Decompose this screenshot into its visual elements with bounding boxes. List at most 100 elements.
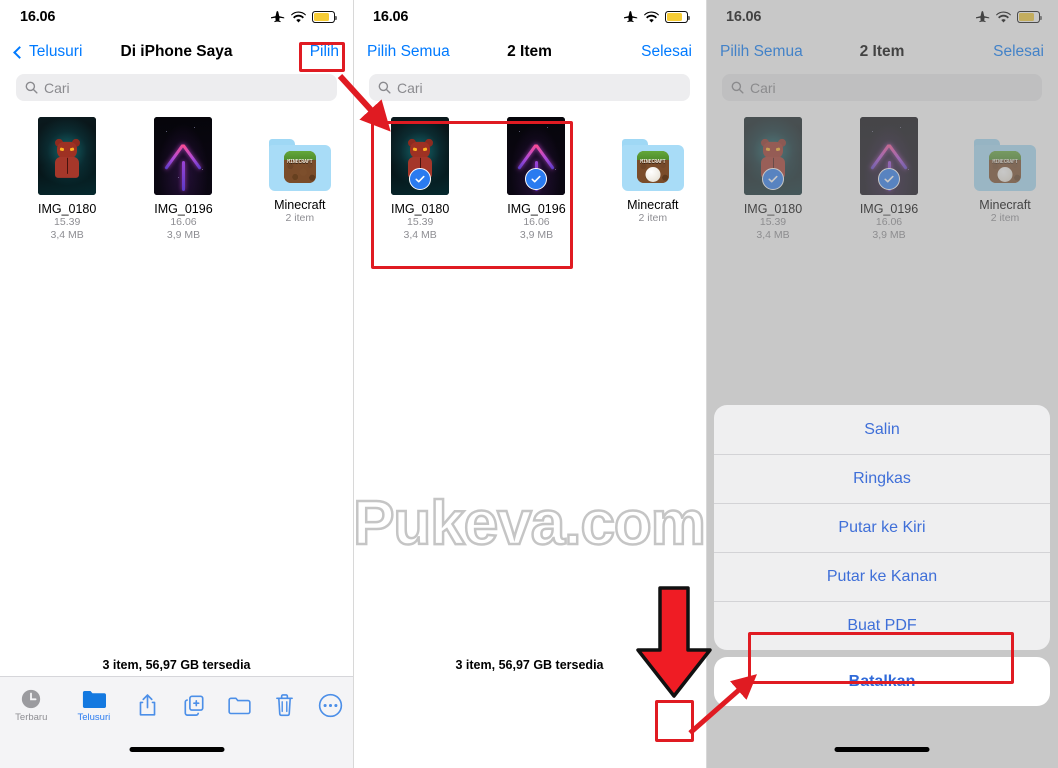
panel-divider xyxy=(353,0,354,768)
file-item[interactable]: IMG_0180 15.39 3,4 MB xyxy=(14,117,120,242)
search-container: Cari xyxy=(353,70,706,111)
chevron-left-icon xyxy=(13,45,26,59)
file-size: 3,9 MB xyxy=(519,229,554,241)
file-name: IMG_0180 xyxy=(390,202,450,216)
file-time: 16.06 xyxy=(170,216,197,228)
back-button-label: Telusuri xyxy=(29,43,83,60)
wifi-icon xyxy=(644,11,659,22)
duplicate-button[interactable] xyxy=(171,694,217,717)
file-item[interactable]: IMG_0196 16.06 3,9 MB xyxy=(130,117,236,242)
folder-icon: MINECRAFT xyxy=(621,139,684,191)
tab-browse-label: Telusuri xyxy=(77,711,111,723)
folder-count: 2 item xyxy=(285,212,315,224)
file-size: 3,9 MB xyxy=(166,229,201,241)
status-bar: 16.06 xyxy=(353,0,706,34)
airplane-mode-icon xyxy=(624,11,638,23)
minecraft-app-icon: MINECRAFT xyxy=(283,151,316,183)
home-indicator xyxy=(129,747,224,752)
search-placeholder: Cari xyxy=(397,79,423,96)
file-name: IMG_0196 xyxy=(507,202,566,216)
folder-icon xyxy=(82,690,106,708)
home-indicator xyxy=(834,747,930,752)
file-size: 3,4 MB xyxy=(403,229,437,241)
navigation-bar: Telusuri Di iPhone Saya Pilih xyxy=(0,34,353,70)
file-item[interactable]: IMG_0180 15.39 3,4 MB xyxy=(367,117,473,242)
share-icon xyxy=(140,694,156,716)
folder-name: Minecraft xyxy=(274,198,326,212)
storage-status: 3 item, 56,97 GB tersedia xyxy=(455,658,604,672)
action-sheet-options: Salin Ringkas Putar ke Kiri Putar ke Kan… xyxy=(714,405,1050,650)
selection-checkmark[interactable] xyxy=(525,168,548,190)
status-time: 16.06 xyxy=(20,9,56,25)
file-time: 15.39 xyxy=(407,216,434,228)
back-button[interactable]: Telusuri xyxy=(13,43,83,61)
panel-action-sheet: 16.06 Pilih Semua 2 Item Selesai Cari IM… xyxy=(706,0,1058,768)
file-size: 3,4 MB xyxy=(50,229,84,241)
status-time: 16.06 xyxy=(373,9,409,25)
status-icons xyxy=(624,10,691,24)
panel-divider xyxy=(706,0,707,768)
thumbnail xyxy=(154,117,213,195)
thumbnail xyxy=(507,117,566,195)
tab-recent[interactable]: Terbaru xyxy=(0,688,63,723)
tab-recent-label: Terbaru xyxy=(15,711,48,723)
file-grid: IMG_0180 15.39 3,4 MB IMG_0196 16.06 3,9… xyxy=(0,111,353,242)
action-cancel[interactable]: Batalkan xyxy=(714,657,1050,706)
battery-icon xyxy=(312,11,338,23)
share-button[interactable] xyxy=(125,693,171,717)
battery-icon xyxy=(665,11,691,23)
more-button[interactable] xyxy=(307,693,353,718)
file-name: IMG_0180 xyxy=(37,202,97,216)
bottom-toolbar: Terbaru Telusuri xyxy=(0,676,353,768)
navigation-bar: Pilih Semua 2 Item Selesai xyxy=(353,34,706,70)
minecraft-app-icon: MINECRAFT xyxy=(636,151,669,183)
folder-count: 2 item xyxy=(638,212,668,224)
action-compress[interactable]: Ringkas xyxy=(714,454,1050,503)
search-icon xyxy=(25,81,38,94)
status-icons xyxy=(271,10,338,24)
action-copy[interactable]: Salin xyxy=(714,405,1050,454)
action-rotate-right[interactable]: Putar ke Kanan xyxy=(714,552,1050,601)
airplane-mode-icon xyxy=(271,11,285,23)
minecraft-label: MINECRAFT xyxy=(640,159,666,165)
folder-item[interactable]: MINECRAFT Minecraft 2 item xyxy=(247,117,353,242)
search-input[interactable]: Cari xyxy=(16,74,337,101)
minecraft-label: MINECRAFT xyxy=(287,159,313,165)
status-bar: 16.06 xyxy=(0,0,353,34)
photo-thumbnail-gaming xyxy=(154,117,213,195)
search-container: Cari xyxy=(0,70,353,111)
tutorial-screenshot: 16.06 Telusuri Di iPhone Saya Pilih Cari… xyxy=(0,0,1058,768)
file-item[interactable]: IMG_0196 16.06 3,9 MB xyxy=(483,117,589,242)
thumbnail xyxy=(391,117,450,195)
select-all-button[interactable]: Pilih Semua xyxy=(367,43,450,61)
folder-name: Minecraft xyxy=(627,198,679,212)
folder-icon: MINECRAFT xyxy=(268,139,331,191)
clock-icon xyxy=(22,689,41,708)
wifi-icon xyxy=(291,11,306,22)
new-folder-button[interactable] xyxy=(216,695,262,715)
file-time: 15.39 xyxy=(54,216,81,228)
thumbnail xyxy=(38,117,97,195)
ellipsis-circle-icon xyxy=(318,693,342,717)
trash-icon xyxy=(276,694,294,717)
file-grid: IMG_0180 15.39 3,4 MB IMG_0196 16.06 3,9… xyxy=(353,111,706,242)
file-time: 16.06 xyxy=(523,216,550,228)
folder-item[interactable]: MINECRAFT Minecraft 2 item xyxy=(600,117,706,242)
search-icon xyxy=(378,81,391,94)
storage-status: 3 item, 56,97 GB tersedia xyxy=(102,658,251,672)
selection-checkmark[interactable] xyxy=(409,168,432,190)
new-folder-icon xyxy=(227,697,251,715)
panel-selection: 16.06 Pilih Semua 2 Item Selesai Cari IM… xyxy=(353,0,706,768)
action-create-pdf[interactable]: Buat PDF xyxy=(714,601,1050,650)
select-button[interactable]: Pilih xyxy=(310,43,339,61)
action-sheet: Salin Ringkas Putar ke Kiri Putar ke Kan… xyxy=(714,405,1050,706)
search-input[interactable]: Cari xyxy=(369,74,690,101)
photo-thumbnail-bear xyxy=(38,117,97,195)
delete-button[interactable] xyxy=(262,693,308,717)
done-button[interactable]: Selesai xyxy=(641,43,692,61)
file-name: IMG_0196 xyxy=(154,202,213,216)
tab-browse[interactable]: Telusuri xyxy=(63,688,126,723)
panel-browse: 16.06 Telusuri Di iPhone Saya Pilih Cari… xyxy=(0,0,353,768)
action-rotate-left[interactable]: Putar ke Kiri xyxy=(714,503,1050,552)
duplicate-icon xyxy=(183,695,204,716)
